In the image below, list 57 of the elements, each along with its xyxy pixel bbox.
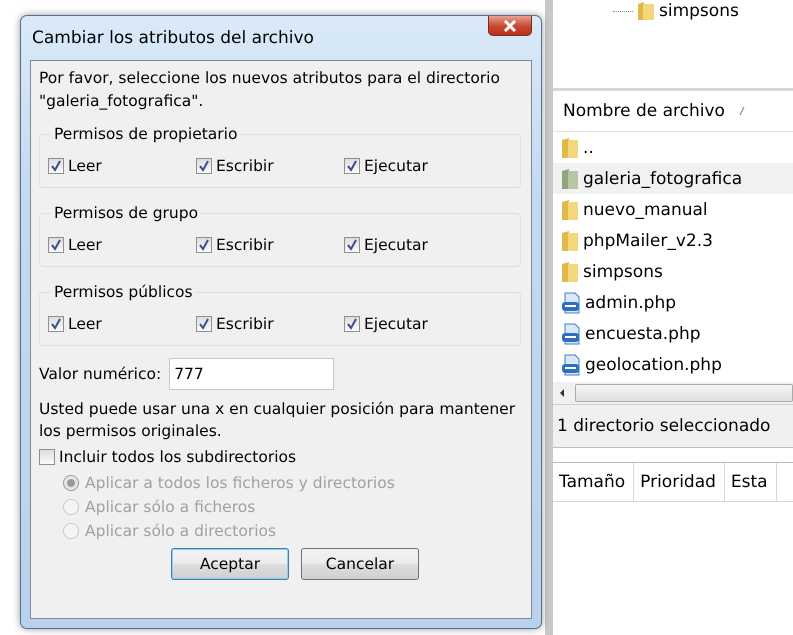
dialog-button[interactable]: Aceptar — [171, 548, 289, 580]
folder-icon — [561, 260, 579, 282]
folder-icon — [561, 198, 579, 220]
numeric-label: Valor numérico: — [39, 365, 162, 383]
permission-checkbox[interactable]: Leer — [48, 236, 196, 254]
file-list-item[interactable]: simpsons — [553, 256, 793, 287]
check-icon — [198, 318, 210, 330]
permission-checkbox[interactable]: Escribir — [196, 236, 344, 254]
check-icon — [346, 318, 358, 330]
tree-item[interactable]: simpsons — [659, 1, 739, 21]
file-list-item[interactable]: admin.php — [553, 287, 793, 318]
permission-checkbox[interactable]: Ejecutar — [344, 236, 492, 254]
check-icon — [346, 160, 358, 172]
folder-icon — [561, 230, 579, 252]
folder-icon — [637, 1, 655, 21]
group-title: Permisos públicos — [53, 283, 194, 301]
file-list-item[interactable]: .. — [553, 132, 793, 163]
check-icon — [50, 239, 62, 251]
check-icon — [50, 160, 62, 172]
file-list-item[interactable]: galeria_fotografica — [553, 163, 793, 194]
file-list-item[interactable]: encuesta.php — [553, 318, 793, 349]
column-header[interactable]: Tamaño — [553, 463, 634, 501]
close-icon — [502, 20, 518, 32]
permission-checkbox[interactable]: Leer — [48, 315, 196, 333]
permission-checkbox[interactable]: Leer — [48, 157, 196, 175]
check-icon — [346, 239, 358, 251]
file-list-item[interactable]: phpMailer_v2.3 — [553, 225, 793, 256]
dialog-button[interactable]: Cancelar — [301, 548, 419, 580]
document-icon — [561, 322, 581, 344]
subdirectories-checkbox[interactable]: Incluir todos los subdirectorios — [39, 448, 521, 466]
file-list-item[interactable]: geolocation.php — [553, 349, 793, 380]
document-icon — [561, 354, 581, 376]
dialog-title: Cambiar los atributos del archivo — [32, 28, 314, 48]
sort-icon — [738, 106, 745, 116]
permission-checkbox[interactable]: Escribir — [196, 157, 344, 175]
close-button[interactable] — [488, 16, 532, 36]
status-text: 1 directorio seleccionado — [553, 404, 793, 447]
permission-checkbox[interactable]: Ejecutar — [344, 315, 492, 333]
group-title: Permisos de propietario — [53, 125, 238, 143]
folder-icon — [561, 168, 579, 190]
column-header[interactable]: Prioridad — [634, 463, 725, 501]
horizontal-scrollbar[interactable] — [553, 382, 793, 404]
left-arrow-icon — [559, 389, 565, 397]
permission-checkbox[interactable]: Ejecutar — [344, 157, 492, 175]
document-icon — [561, 292, 581, 314]
column-header[interactable]: Esta — [724, 463, 777, 501]
intro-text: Por favor, seleccione los nuevos atributos para el directorio "galeria_fotografica". — [39, 68, 501, 112]
folder-icon — [561, 136, 579, 158]
check-icon — [50, 318, 62, 330]
numeric-field[interactable]: 777 — [169, 358, 334, 390]
check-icon — [198, 239, 210, 251]
file-list-item[interactable]: nuevo_manual — [553, 194, 793, 225]
permission-checkbox[interactable]: Escribir — [196, 315, 344, 333]
group-title: Permisos de grupo — [53, 204, 200, 222]
hint-text: Usted puede usar una x en cualquier posición para mantener los permisos originales. — [39, 399, 516, 442]
check-icon — [198, 160, 210, 172]
column-header[interactable]: Nombre de archivo — [553, 91, 793, 132]
